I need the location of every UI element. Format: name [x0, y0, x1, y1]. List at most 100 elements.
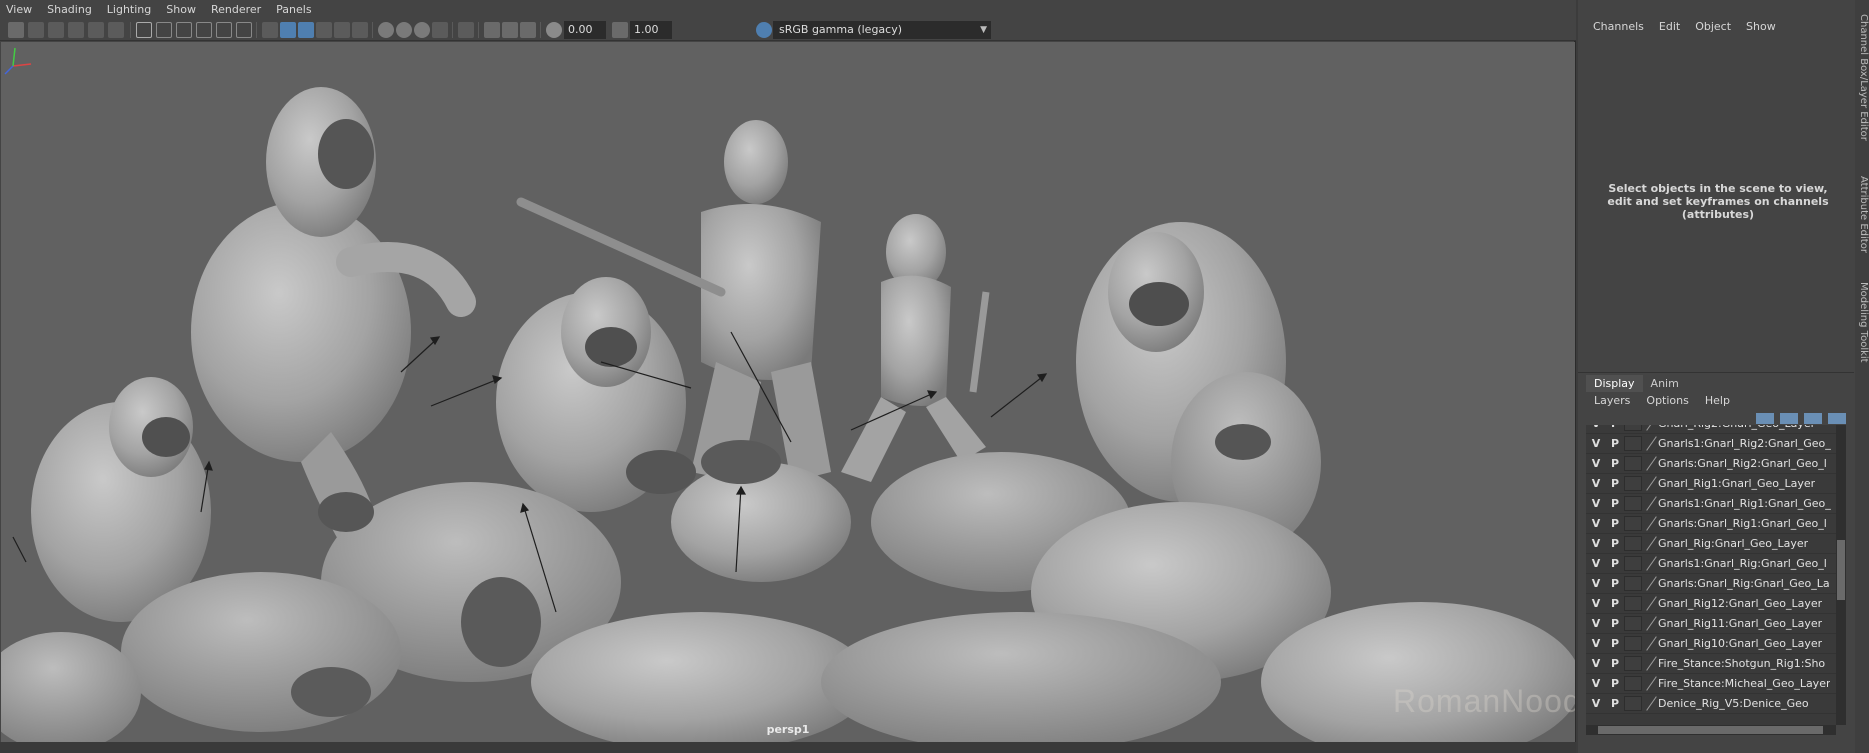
layer-color-swatch[interactable]	[1624, 476, 1642, 491]
layer-name[interactable]: Gnarl_Rig12:Gnarl_Geo_Layer	[1658, 597, 1822, 610]
layer-color-swatch[interactable]	[1624, 456, 1642, 471]
new-layer-icon[interactable]	[1804, 413, 1822, 424]
exposure-icon[interactable]	[546, 22, 562, 38]
layer-color-swatch[interactable]	[1624, 696, 1642, 711]
menu-help[interactable]: Help	[1705, 394, 1730, 407]
layer-name[interactable]: Gnarls1:Gnarl_Rig2:Gnarl_Geo_	[1658, 437, 1831, 450]
layer-name[interactable]: Denice_Rig_V5:Denice_Geo	[1658, 697, 1809, 710]
3d-scene-view[interactable]: RomanNoodles3D persp1	[1, 42, 1575, 742]
layer-visibility-toggle[interactable]: V	[1586, 617, 1606, 630]
smooth-shade-icon[interactable]	[280, 22, 296, 38]
tab-channel-box-layer-editor[interactable]: Channel Box/Layer Editor	[1855, 2, 1869, 152]
layer-name[interactable]: Fire_Stance:Shotgun_Rig1:Sho	[1658, 657, 1825, 670]
layer-color-swatch[interactable]	[1624, 636, 1642, 651]
menu-layers[interactable]: Layers	[1594, 394, 1630, 407]
image-plane-icon[interactable]	[68, 22, 84, 38]
layer-color-swatch[interactable]	[1624, 616, 1642, 631]
motion-blur-icon[interactable]	[396, 22, 412, 38]
layer-playback-toggle[interactable]: P	[1606, 557, 1624, 570]
tab-attribute-editor[interactable]: Attribute Editor	[1855, 164, 1869, 264]
layer-color-swatch[interactable]	[1624, 496, 1642, 511]
scrollbar-thumb[interactable]	[1837, 540, 1845, 600]
colorspace-dropdown[interactable]: sRGB gamma (legacy) ▼	[773, 21, 991, 39]
layer-visibility-toggle[interactable]: V	[1586, 657, 1606, 670]
layer-playback-toggle[interactable]: P	[1606, 617, 1624, 630]
menu-panels[interactable]: Panels	[276, 3, 311, 16]
resolution-gate-icon[interactable]	[176, 22, 192, 38]
layer-visibility-toggle[interactable]: V	[1586, 577, 1606, 590]
layer-visibility-toggle[interactable]: V	[1586, 597, 1606, 610]
bookmark-icon[interactable]	[48, 22, 64, 38]
new-layer-selected-icon[interactable]	[1828, 413, 1846, 424]
xray-joints-icon[interactable]	[520, 22, 536, 38]
layer-visibility-toggle[interactable]: V	[1586, 497, 1606, 510]
move-layer-up-icon[interactable]	[1756, 413, 1774, 424]
layer-playback-toggle[interactable]: P	[1606, 577, 1624, 590]
layer-visibility-toggle[interactable]: V	[1586, 425, 1606, 430]
layer-row[interactable]: V P Gnarls1:Gnarl_Rig:Gnarl_Geo_l	[1586, 554, 1836, 574]
layer-row[interactable]: V P Gnarl_Rig10:Gnarl_Geo_Layer	[1586, 634, 1836, 654]
use-all-lights-icon[interactable]	[334, 22, 350, 38]
layer-row[interactable]: V P Fire_Stance:Shotgun_Rig1:Sho	[1586, 654, 1836, 674]
menu-options[interactable]: Options	[1646, 394, 1688, 407]
grease-pencil-icon[interactable]	[108, 22, 124, 38]
layer-visibility-toggle[interactable]: V	[1586, 637, 1606, 650]
menu-show[interactable]: Show	[166, 3, 196, 16]
layer-list-scrollbar[interactable]	[1836, 425, 1846, 725]
tab-modeling-toolkit[interactable]: Modeling Toolkit	[1855, 272, 1869, 372]
layer-playback-toggle[interactable]: P	[1606, 697, 1624, 710]
menu-renderer[interactable]: Renderer	[211, 3, 261, 16]
layer-visibility-toggle[interactable]: V	[1586, 557, 1606, 570]
menu-edit[interactable]: Edit	[1659, 20, 1680, 40]
layer-color-swatch[interactable]	[1624, 536, 1642, 551]
layer-color-swatch[interactable]	[1624, 656, 1642, 671]
layer-row[interactable]: V P Gnarls:Gnarl_Rig2:Gnarl_Geo_l	[1586, 454, 1836, 474]
layer-row[interactable]: V P Gnarls1:Gnarl_Rig2:Gnarl_Geo_	[1586, 434, 1836, 454]
exposure-field[interactable]: 0.00	[564, 21, 606, 39]
menu-lighting[interactable]: Lighting	[107, 3, 151, 16]
layer-playback-toggle[interactable]: P	[1606, 677, 1624, 690]
layer-playback-toggle[interactable]: P	[1606, 537, 1624, 550]
layer-visibility-toggle[interactable]: V	[1586, 477, 1606, 490]
layer-color-swatch[interactable]	[1624, 556, 1642, 571]
layer-playback-toggle[interactable]: P	[1606, 637, 1624, 650]
tab-anim[interactable]: Anim	[1643, 375, 1687, 392]
layer-color-swatch[interactable]	[1624, 425, 1642, 431]
layer-playback-toggle[interactable]: P	[1606, 477, 1624, 490]
layer-name[interactable]: Gnarls1:Gnarl_Rig1:Gnarl_Geo_	[1658, 497, 1831, 510]
camera-attributes-icon[interactable]	[28, 22, 44, 38]
layer-name[interactable]: Gnarl_Rig10:Gnarl_Geo_Layer	[1658, 637, 1822, 650]
layer-name[interactable]: Gnarls:Gnarl_Rig2:Gnarl_Geo_l	[1658, 457, 1827, 470]
camera-icon[interactable]	[8, 22, 24, 38]
layer-row[interactable]: V P Gnarls:Gnarl_Rig1:Gnarl_Geo_l	[1586, 514, 1836, 534]
color-management-icon[interactable]	[756, 22, 772, 38]
layer-name[interactable]: Gnarl_Rig11:Gnarl_Geo_Layer	[1658, 617, 1822, 630]
gamma-icon[interactable]	[612, 22, 628, 38]
menu-object[interactable]: Object	[1695, 20, 1731, 40]
layer-playback-toggle[interactable]: P	[1606, 517, 1624, 530]
layer-name[interactable]: Gnarl_Rig1:Gnarl_Geo_Layer	[1658, 477, 1815, 490]
layer-list-hscrollbar[interactable]	[1586, 725, 1836, 735]
wireframe-icon[interactable]	[262, 22, 278, 38]
layer-name[interactable]: Gnarls:Gnarl_Rig1:Gnarl_Geo_l	[1658, 517, 1827, 530]
field-chart-icon[interactable]	[216, 22, 232, 38]
hscrollbar-thumb[interactable]	[1598, 726, 1823, 734]
layer-row[interactable]: V P Denice_Rig_V5:Denice_Geo	[1586, 694, 1836, 714]
xray-icon[interactable]	[484, 22, 500, 38]
xray-active-icon[interactable]	[502, 22, 518, 38]
textured-icon[interactable]	[316, 22, 332, 38]
layer-visibility-toggle[interactable]: V	[1586, 537, 1606, 550]
menu-show[interactable]: Show	[1746, 20, 1776, 40]
layer-color-swatch[interactable]	[1624, 676, 1642, 691]
layer-row[interactable]: V P Fire_Stance:Micheal_Geo_Layer	[1586, 674, 1836, 694]
layer-row[interactable]: V P Gnarls1:Gnarl_Rig1:Gnarl_Geo_	[1586, 494, 1836, 514]
layer-color-swatch[interactable]	[1624, 596, 1642, 611]
layer-playback-toggle[interactable]: P	[1606, 497, 1624, 510]
anti-aliasing-icon[interactable]	[414, 22, 430, 38]
layer-visibility-toggle[interactable]: V	[1586, 437, 1606, 450]
layer-visibility-toggle[interactable]: V	[1586, 517, 1606, 530]
layer-name[interactable]: Gnarl_Rig2:Gnarl_Geo_Layer	[1658, 425, 1815, 430]
layer-row[interactable]: VP Gnarl_Rig2:Gnarl_Geo_Layer	[1586, 425, 1836, 434]
safe-action-icon[interactable]	[236, 22, 252, 38]
layer-color-swatch[interactable]	[1624, 516, 1642, 531]
